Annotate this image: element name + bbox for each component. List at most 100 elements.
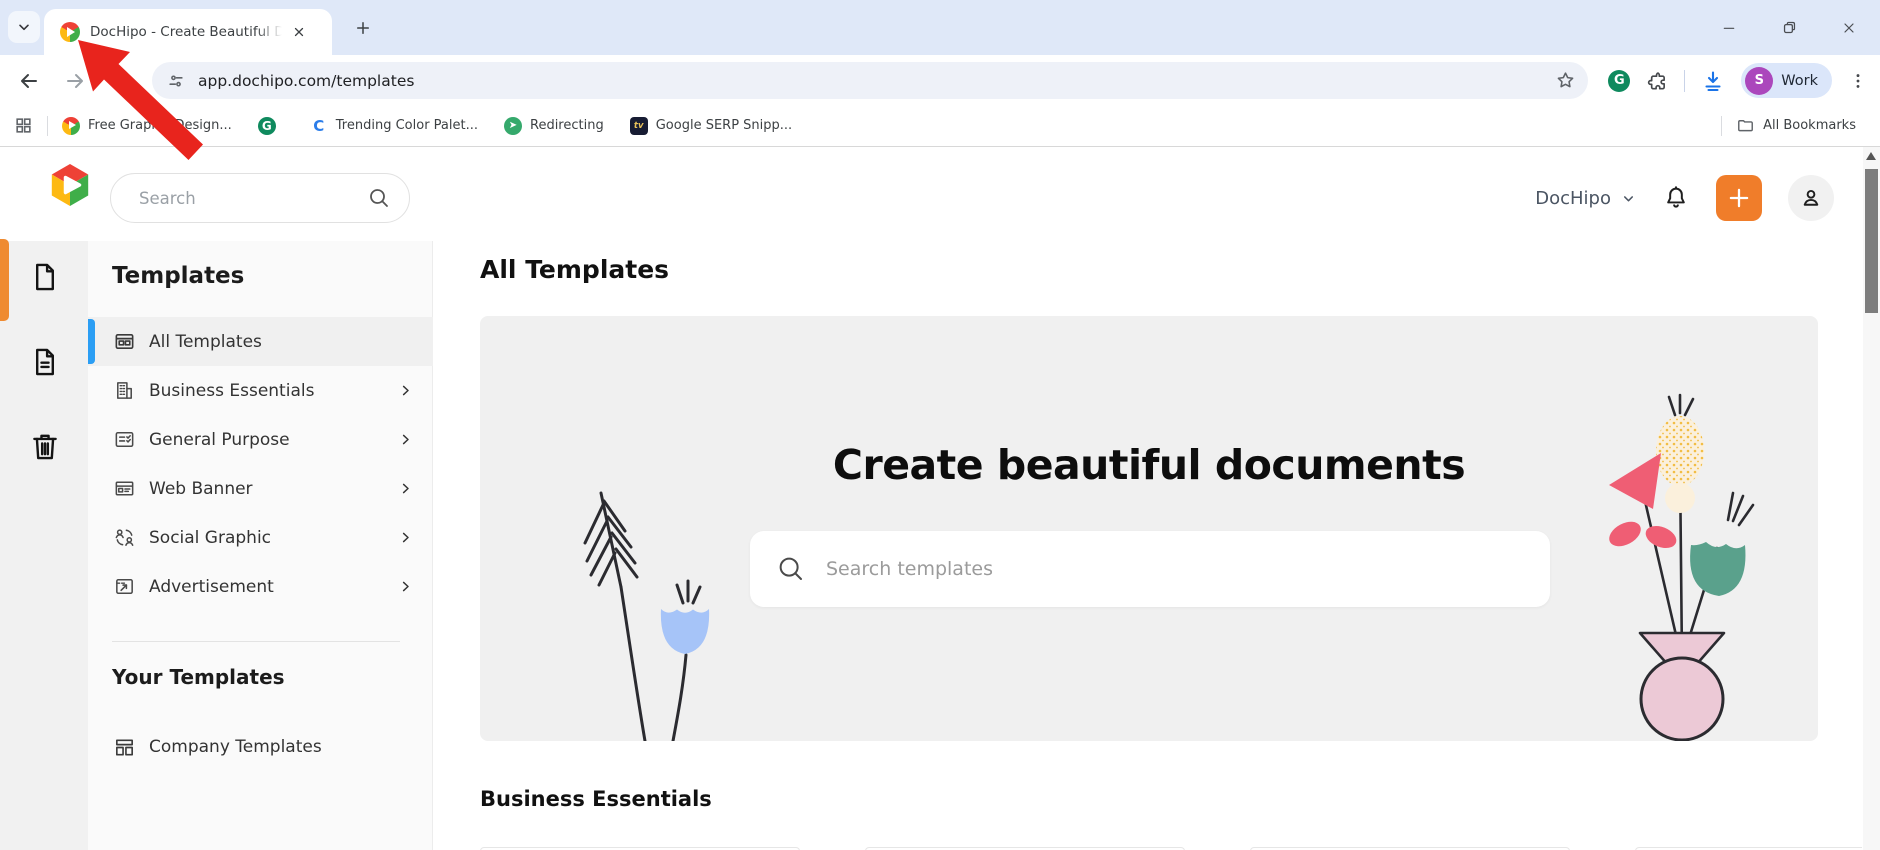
sidebar-item-label: Social Graphic: [149, 527, 272, 548]
redirect-arrow-icon: ➤: [504, 116, 522, 135]
sidebar-item-label: Business Essentials: [149, 380, 315, 401]
create-new-button[interactable]: [1716, 175, 1762, 221]
tab-search-button[interactable]: [8, 11, 40, 43]
workspace-label: DocHipo: [1535, 187, 1611, 209]
plus-icon: [354, 19, 372, 37]
bookmark-trending-color-palettes[interactable]: C Trending Color Palet...: [310, 117, 478, 135]
chevron-down-icon: [1621, 191, 1636, 206]
toolbar-right-cluster: G S Work: [1608, 62, 1868, 99]
bookmarks-separator: [1721, 115, 1723, 136]
section-heading: Business Essentials: [480, 787, 712, 811]
search-icon: [776, 554, 806, 584]
page-title: All Templates: [480, 255, 670, 284]
extensions-puzzle-icon[interactable]: [1646, 70, 1668, 92]
sidebar-item-label: All Templates: [149, 331, 262, 352]
sidebar-item-label: Company Templates: [149, 737, 322, 757]
chevron-right-icon: [398, 432, 413, 447]
grammarly-extension-icon[interactable]: G: [1608, 69, 1631, 92]
page-scrollbar[interactable]: [1863, 147, 1880, 850]
flower-illustration-left: [583, 491, 710, 741]
bookmark-redirecting[interactable]: ➤ Redirecting: [504, 116, 604, 135]
browser-profile-chip[interactable]: S Work: [1741, 63, 1832, 98]
sidebar-item-business-essentials[interactable]: Business Essentials: [88, 366, 433, 415]
sidebar-heading: Templates: [112, 263, 245, 289]
search-icon[interactable]: [367, 186, 391, 210]
grammarly-icon: G: [257, 116, 276, 135]
back-button[interactable]: [16, 68, 42, 94]
bookmark-star-icon[interactable]: [1555, 70, 1576, 91]
scrollbar-up-arrow[interactable]: [1866, 152, 1876, 160]
web-banner-icon: [112, 477, 136, 501]
bookmark-label: Redirecting: [530, 118, 604, 133]
checklist-icon: [112, 428, 136, 452]
chevron-right-icon: [398, 383, 413, 398]
all-bookmarks-button[interactable]: All Bookmarks: [1736, 116, 1856, 135]
browser-tab[interactable]: DocHipo - Create Beautiful Doc: [44, 9, 332, 55]
plus-icon: [1726, 185, 1752, 211]
serp-tool-icon: tv: [629, 116, 648, 135]
browser-window: DocHipo - Create Beautiful Doc app.dochi…: [0, 0, 1880, 850]
c-letter-icon: C: [313, 116, 325, 135]
profile-avatar: S: [1745, 66, 1774, 95]
url-text[interactable]: app.dochipo.com/templates: [198, 72, 1555, 90]
new-tab-button[interactable]: [348, 13, 378, 43]
chevron-right-icon: [398, 579, 413, 594]
scrollbar-thumb[interactable]: [1865, 169, 1878, 313]
download-icon[interactable]: [1701, 69, 1725, 93]
minimize-button[interactable]: [1716, 15, 1742, 41]
advertisement-icon: [112, 575, 136, 599]
window-controls: [1716, 0, 1870, 55]
tab-strip: DocHipo - Create Beautiful Doc: [0, 0, 1880, 55]
building-icon: [112, 379, 136, 403]
notifications-bell-icon[interactable]: [1662, 184, 1690, 212]
forward-button[interactable]: [62, 68, 88, 94]
dochipo-favicon-icon: [60, 22, 80, 42]
dochipo-app-page: DocHipo: [0, 146, 1880, 850]
templates-sidebar: Templates All Templates Business Essenti…: [88, 241, 433, 850]
bookmark-label: Google SERP Snipp...: [655, 118, 793, 133]
sidebar-item-web-banner[interactable]: Web Banner: [88, 464, 433, 513]
sidebar-nav: All Templates Business Essentials Genera…: [88, 317, 433, 611]
sidebar-item-all-templates[interactable]: All Templates: [88, 317, 433, 366]
rail-templates-button[interactable]: [27, 259, 63, 295]
sidebar-item-label: Advertisement: [149, 576, 274, 597]
rail-trash-button[interactable]: [27, 428, 63, 464]
workspace-dropdown[interactable]: DocHipo: [1535, 188, 1636, 209]
chevron-down-icon: [16, 19, 32, 35]
restore-button[interactable]: [1776, 15, 1802, 41]
sidebar-divider: [112, 641, 400, 642]
profile-name: Work: [1781, 72, 1818, 89]
close-window-button[interactable]: [1836, 15, 1862, 41]
sidebar-item-general-purpose[interactable]: General Purpose: [88, 415, 433, 464]
app-header: DocHipo: [0, 147, 1880, 241]
account-button[interactable]: [1788, 175, 1834, 221]
toolbar-separator: [1684, 69, 1686, 92]
sidebar-item-company-templates[interactable]: Company Templates: [88, 723, 433, 771]
apps-grid-icon[interactable]: [14, 116, 33, 135]
rail-documents-button[interactable]: [27, 344, 63, 380]
your-templates-heading: Your Templates: [112, 665, 285, 689]
bookmark-free-graphic-design[interactable]: Free Graphic Design...: [62, 116, 232, 135]
app-search-bar[interactable]: [110, 173, 410, 223]
folder-icon: [1736, 116, 1755, 135]
bookmark-google-serp-snippet[interactable]: tv Google SERP Snipp...: [629, 116, 793, 135]
chevron-right-icon: [398, 530, 413, 545]
bookmark-label: Free Graphic Design...: [88, 118, 232, 133]
sidebar-item-social-graphic[interactable]: Social Graphic: [88, 513, 433, 562]
template-search-input[interactable]: [824, 557, 1526, 581]
site-settings-icon[interactable]: [166, 71, 186, 91]
app-search-input[interactable]: [137, 187, 367, 209]
tab-close-icon[interactable]: [288, 21, 310, 43]
bookmark-grammarly[interactable]: G: [257, 116, 284, 135]
rail-active-indicator: [0, 239, 9, 321]
dochipo-logo-icon[interactable]: [46, 161, 94, 209]
address-bar[interactable]: app.dochipo.com/templates: [152, 62, 1588, 99]
browser-menu-dots-icon[interactable]: [1848, 71, 1868, 91]
all-bookmarks-label: All Bookmarks: [1763, 118, 1856, 133]
reload-button[interactable]: [106, 68, 132, 94]
sidebar-item-advertisement[interactable]: Advertisement: [88, 562, 433, 611]
tab-title: DocHipo - Create Beautiful Doc: [90, 24, 282, 40]
bookmark-label: Trending Color Palet...: [335, 118, 478, 133]
template-search-bar[interactable]: [750, 531, 1550, 607]
company-templates-icon: [112, 735, 136, 759]
